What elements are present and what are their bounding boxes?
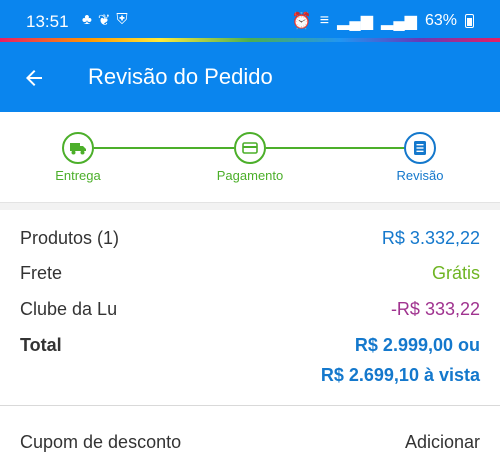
status-right: ⏰ ≡ ▂▄▆ ▂▄▆ 63%	[292, 11, 474, 31]
shipping-label: Frete	[20, 263, 63, 283]
credit-card-icon	[242, 142, 258, 154]
arrow-left-icon	[26, 70, 42, 86]
notification-icon: ♣	[82, 11, 92, 28]
divider	[0, 405, 500, 406]
step-connector	[266, 147, 406, 149]
step-payment[interactable]	[234, 132, 266, 164]
section-separator	[0, 202, 500, 210]
step-delivery[interactable]	[62, 132, 94, 164]
status-notification-icons: ♣ ❦ ⛨	[82, 11, 128, 29]
page-title: Revisão do Pedido	[88, 64, 273, 89]
notification-icon: ❦	[97, 12, 111, 29]
step-label-delivery: Entrega	[55, 168, 101, 183]
step-label-review: Revisão	[396, 168, 444, 183]
wifi-icon: ≡	[319, 12, 330, 29]
status-time: 13:51	[26, 12, 69, 31]
total-label: Total	[20, 335, 62, 355]
shipping-value: Grátis	[431, 263, 480, 283]
total-value-installments: R$ 2.999,00 ou	[354, 335, 480, 355]
shield-icon: ⛨	[116, 11, 128, 28]
add-coupon-button[interactable]: Adicionar	[405, 432, 480, 453]
battery-percentage: 63%	[424, 12, 457, 29]
app-bar: Revisão do Pedido	[0, 42, 500, 112]
signal-icon: ▂▄▆	[337, 13, 374, 30]
step-connector	[94, 147, 234, 149]
club-label: Clube da Lu	[20, 299, 118, 319]
total-value-cash: R$ 2.699,10 à vista	[320, 365, 480, 385]
checkout-stepper: Entrega Pagamento Revisão	[0, 112, 500, 202]
step-label-payment: Pagamento	[216, 168, 284, 183]
status-bar: 13:51 ♣ ❦ ⛨ ⏰ ≡ ▂▄▆ ▂▄▆ 63%	[0, 0, 500, 38]
coupon-label: Cupom de desconto	[20, 432, 182, 452]
signal-icon: ▂▄▆	[381, 13, 417, 30]
step-review[interactable]	[404, 132, 436, 164]
truck-icon	[70, 143, 86, 155]
alarm-icon: ⏰	[291, 13, 312, 30]
products-label: Produtos (1)	[20, 228, 120, 248]
list-icon	[414, 141, 426, 155]
products-value: R$ 3.332,22	[381, 228, 480, 248]
back-button[interactable]	[18, 62, 50, 94]
battery-icon	[465, 14, 474, 28]
club-discount-value: -R$ 333,22	[390, 299, 480, 319]
